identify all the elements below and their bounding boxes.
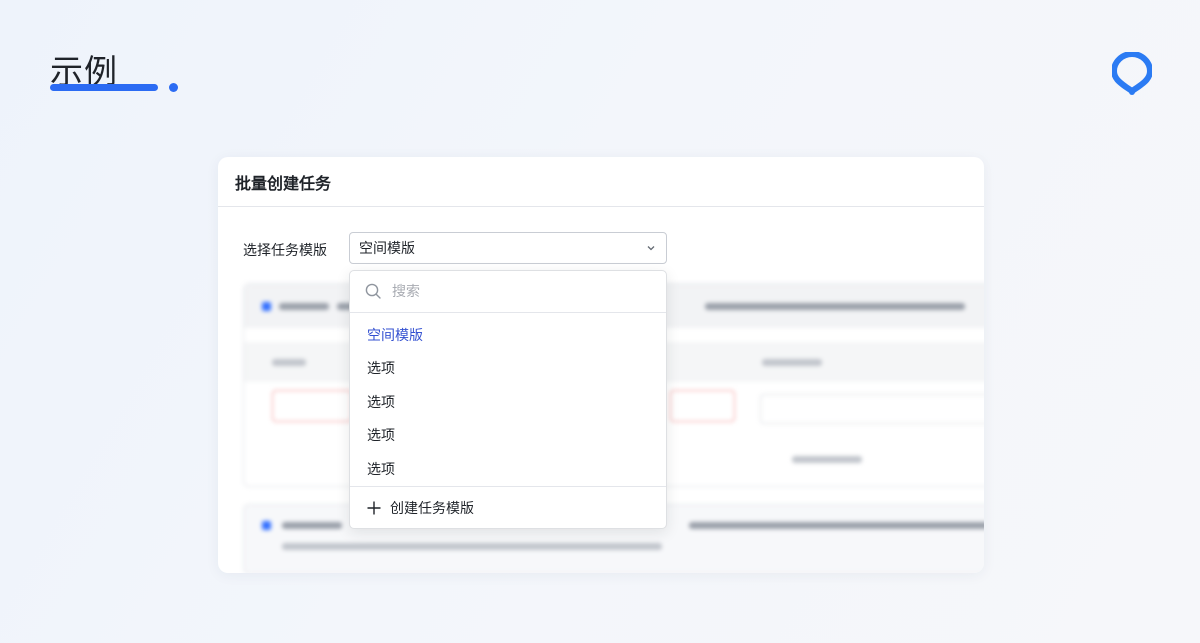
dropdown-search — [350, 271, 666, 313]
template-select-value: 空间模版 — [359, 241, 415, 257]
option-item[interactable]: 选项 — [350, 452, 666, 486]
option-space-template[interactable]: 空间模版 — [350, 318, 666, 352]
title-dot — [169, 83, 178, 92]
title-underline — [50, 84, 158, 91]
option-item[interactable]: 选项 — [350, 352, 666, 386]
option-item[interactable]: 选项 — [350, 385, 666, 419]
create-template-label: 创建任务模版 — [390, 500, 474, 517]
search-icon — [365, 283, 381, 299]
template-field-label: 选择任务模版 — [243, 243, 327, 259]
template-select[interactable]: 空间模版 — [349, 232, 667, 264]
dialog-title: 批量创建任务 — [218, 157, 984, 207]
create-template-button[interactable]: 创建任务模版 — [350, 486, 666, 528]
dropdown-options: 空间模版 选项 选项 选项 选项 — [350, 313, 666, 486]
chevron-down-icon — [647, 246, 655, 251]
pin-logo-icon — [1112, 52, 1152, 95]
option-item[interactable]: 选项 — [350, 419, 666, 453]
dropdown-search-input[interactable] — [390, 282, 634, 301]
plus-icon — [367, 501, 381, 514]
template-dropdown: 空间模版 选项 选项 选项 选项 创建任务模版 — [349, 270, 667, 529]
